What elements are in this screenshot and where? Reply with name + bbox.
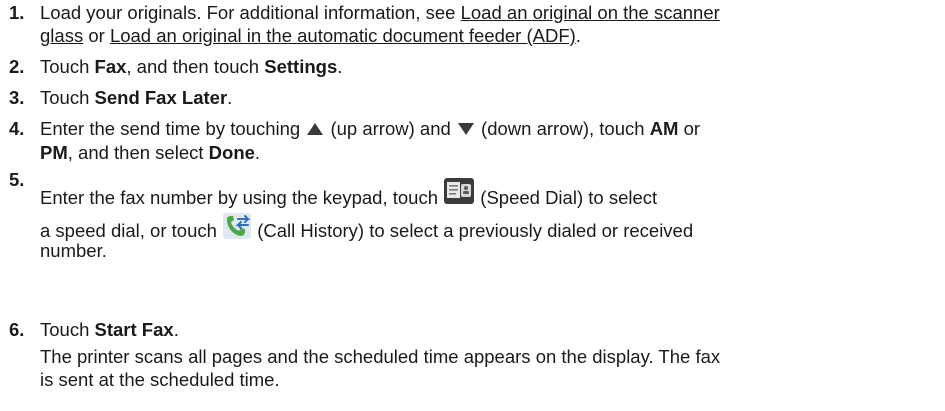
step-text: , and then select (67, 142, 209, 163)
step-text: number. (40, 240, 107, 261)
step-text: . (254, 142, 261, 163)
up-arrow-icon (307, 123, 324, 136)
step-text: Enter the send time by touching (40, 118, 306, 139)
step-text: a speed dial, or touch (40, 219, 223, 241)
ui-label-start-fax: Start Fax (94, 319, 174, 340)
step-text: Touch (40, 87, 95, 108)
step-line: Touch Fax, and then touch Settings. (40, 55, 342, 79)
step-text: (Call History) to select a previously di… (257, 219, 694, 241)
step-number: 5. (9, 169, 25, 190)
step-text: (up arrow) and (325, 118, 456, 139)
step-number: 3. (9, 87, 25, 108)
step-text: (down arrow), touch (475, 118, 650, 139)
ui-label-send-fax-later: Send Fax Later (94, 87, 228, 108)
step-number: 2. (9, 56, 25, 77)
step-number: 4. (9, 118, 25, 139)
step-text: or (83, 25, 110, 46)
step-text: . (337, 56, 343, 77)
link-load-original-adf[interactable]: Load an original in the automatic docume… (110, 25, 576, 46)
link-load-original-scanner-glass-cont[interactable]: glass (40, 25, 83, 46)
link-load-original-scanner-glass[interactable]: Load an original on the scanner (461, 2, 720, 23)
step-text: . (173, 319, 179, 340)
ui-label-pm: PM (40, 142, 68, 163)
ui-label-settings: Settings (264, 56, 338, 77)
call-history-icon (223, 213, 252, 245)
step-text: or (678, 118, 701, 139)
step-text: . (227, 87, 233, 108)
step-text: Load your originals. For additional info… (40, 2, 461, 23)
ui-label-done: Done (208, 142, 255, 163)
speed-dial-icon (444, 178, 475, 210)
step-number: 1. (9, 2, 25, 23)
step-line: PM, and then select Done. (40, 141, 260, 165)
step-text: is sent at the scheduled time. (40, 369, 280, 390)
step-text: (Speed Dial) to select (480, 186, 658, 208)
step-line: a speed dial, or touch (Call History) to… (40, 213, 694, 248)
step-line: Enter the fax number by using the keypad… (40, 178, 658, 215)
step-line: Load your originals. For additional info… (40, 1, 720, 25)
step-text: The printer scans all pages and the sche… (40, 346, 721, 367)
step-note: The printer scans all pages and the sche… (40, 345, 720, 369)
step-number: 6. (9, 319, 25, 340)
step-text: Touch (40, 56, 95, 77)
step-text: . (575, 25, 581, 46)
step-line: glass or Load an original in the automat… (40, 24, 581, 48)
step-text: Touch (40, 319, 95, 340)
step-line: number. (40, 239, 107, 263)
down-arrow-icon (457, 123, 474, 136)
step-line: Touch Start Fax. (40, 318, 179, 342)
ui-label-fax: Fax (94, 56, 127, 77)
step-line: Touch Send Fax Later. (40, 86, 232, 110)
step-text: Enter the fax number by using the keypad… (40, 186, 444, 208)
step-line: Enter the send time by touching (up arro… (40, 117, 700, 141)
ui-label-am: AM (649, 118, 679, 139)
step-note: is sent at the scheduled time. (40, 368, 280, 392)
step-text: , and then touch (126, 56, 265, 77)
